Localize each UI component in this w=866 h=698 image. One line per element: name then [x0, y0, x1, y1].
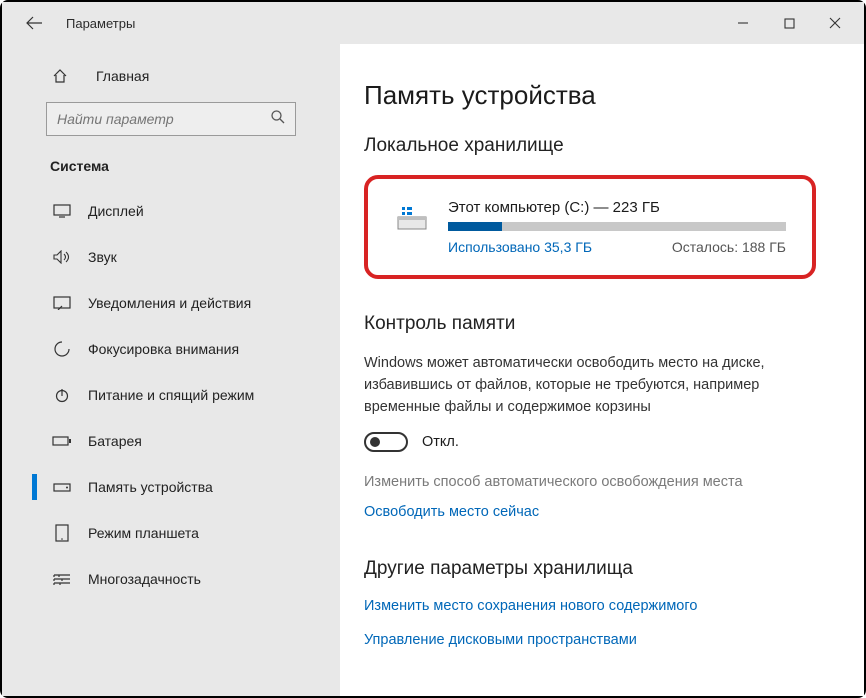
sidebar-item-label: Режим планшета [88, 525, 199, 541]
display-icon [52, 204, 72, 218]
minimize-icon [737, 17, 749, 29]
sidebar-item-label: Фокусировка внимания [88, 341, 239, 357]
multitasking-icon [52, 572, 72, 586]
back-button[interactable] [24, 13, 44, 33]
sidebar-item-label: Память устройства [88, 479, 213, 495]
sidebar-item-label: Питание и спящий режим [88, 387, 254, 403]
search-container [46, 102, 296, 136]
change-save-location-link[interactable]: Изменить место сохранения нового содержи… [364, 598, 816, 614]
sidebar-item-display[interactable]: Дисплей [2, 188, 340, 234]
power-icon [52, 387, 72, 403]
disk-card[interactable]: Этот компьютер (C:) — 223 ГБ Использован… [364, 175, 816, 279]
sidebar-nav: Дисплей Звук Уведомления и действия Фоку… [2, 188, 340, 602]
content-area: Память устройства Локальное хранилище Эт… [340, 44, 864, 696]
sidebar-item-battery[interactable]: Батарея [2, 418, 340, 464]
sidebar-item-label: Уведомления и действия [88, 295, 251, 311]
disk-usage-bar [448, 222, 786, 231]
sidebar-item-label: Звук [88, 249, 117, 265]
sidebar: Главная Система Дисплей Звук [2, 44, 340, 696]
search-icon [270, 109, 286, 125]
disk-usage-fill [448, 222, 502, 231]
storage-icon [52, 481, 72, 493]
battery-icon [52, 435, 72, 447]
sidebar-item-label: Многозадачность [88, 571, 201, 587]
storage-sense-heading: Контроль памяти [364, 313, 816, 335]
sidebar-item-storage[interactable]: Память устройства [2, 464, 340, 510]
close-icon [829, 17, 841, 29]
sidebar-item-sound[interactable]: Звук [2, 234, 340, 280]
storage-sense-description: Windows может автоматически освободить м… [364, 353, 794, 418]
notifications-icon [52, 296, 72, 310]
close-button[interactable] [812, 2, 858, 44]
sidebar-item-multitasking[interactable]: Многозадачность [2, 556, 340, 602]
toggle-knob [370, 437, 380, 447]
free-space-now-link[interactable]: Освободить место сейчас [364, 504, 816, 520]
titlebar: Параметры [2, 2, 864, 44]
drive-icon [394, 199, 430, 235]
sidebar-home-label: Главная [96, 68, 149, 84]
sidebar-item-power[interactable]: Питание и спящий режим [2, 372, 340, 418]
home-icon [52, 68, 68, 84]
search-input[interactable] [46, 102, 296, 136]
arrow-left-icon [26, 16, 42, 30]
disk-used-label: Использовано 35,3 ГБ [448, 239, 592, 255]
tablet-icon [52, 524, 72, 542]
local-storage-heading: Локальное хранилище [364, 135, 816, 157]
maximize-button[interactable] [766, 2, 812, 44]
sidebar-subhead: Система [2, 158, 340, 188]
toggle-state-label: Откл. [422, 434, 459, 450]
sidebar-home[interactable]: Главная [2, 62, 340, 90]
page-title: Память устройства [364, 80, 816, 111]
sidebar-item-focus[interactable]: Фокусировка внимания [2, 326, 340, 372]
maximize-icon [784, 18, 795, 29]
manage-storage-spaces-link[interactable]: Управление дисковыми пространствами [364, 632, 816, 648]
storage-sense-toggle[interactable] [364, 432, 408, 452]
sidebar-item-notifications[interactable]: Уведомления и действия [2, 280, 340, 326]
disk-title: Этот компьютер (C:) — 223 ГБ [448, 199, 786, 216]
sidebar-item-label: Батарея [88, 433, 142, 449]
window-title: Параметры [66, 16, 135, 31]
disk-remaining-label: Осталось: 188 ГБ [672, 239, 786, 255]
focus-icon [52, 341, 72, 357]
sidebar-item-label: Дисплей [88, 203, 144, 219]
sound-icon [52, 250, 72, 264]
minimize-button[interactable] [720, 2, 766, 44]
change-auto-free-label: Изменить способ автоматического освобожд… [364, 474, 816, 490]
other-storage-heading: Другие параметры хранилища [364, 558, 816, 580]
sidebar-item-tablet[interactable]: Режим планшета [2, 510, 340, 556]
